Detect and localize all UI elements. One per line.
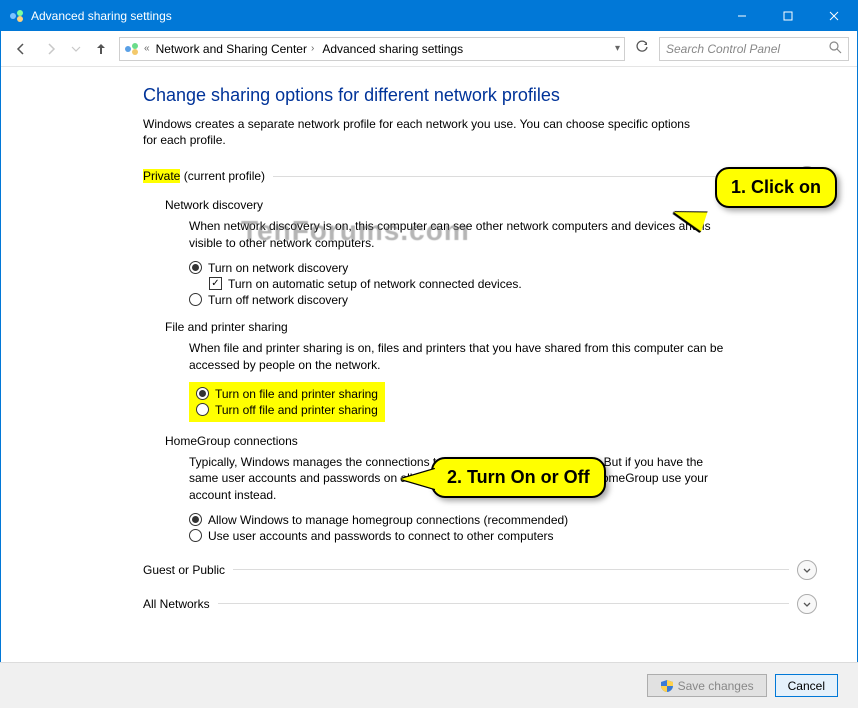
annotation-tail-2: [401, 469, 435, 489]
page-intro: Windows creates a separate network profi…: [143, 116, 703, 148]
radio-icon: [189, 513, 202, 526]
chevron-right-icon: ›: [311, 43, 314, 54]
location-icon: [124, 41, 140, 57]
radio-homegroup-user-label: Use user accounts and passwords to conne…: [208, 529, 554, 543]
profile-private-label: Private: [143, 169, 180, 183]
checkbox-auto-setup-label: Turn on automatic setup of network conne…: [228, 277, 522, 291]
save-changes-button[interactable]: Save changes: [647, 674, 767, 697]
address-bar[interactable]: « Network and Sharing Center › Advanced …: [119, 37, 625, 61]
breadcrumb-seg1-label: Network and Sharing Center: [156, 42, 307, 56]
radio-homegroup-user[interactable]: Use user accounts and passwords to conne…: [189, 528, 729, 544]
minimize-button[interactable]: [719, 1, 765, 31]
annotation-callout-1: 1. Click on: [715, 167, 837, 208]
search-input[interactable]: Search Control Panel: [659, 37, 849, 61]
divider: [233, 569, 789, 570]
section-file-printer-sharing: File and printer sharing When file and p…: [165, 320, 817, 422]
radio-fileprint-off[interactable]: Turn off file and printer sharing: [196, 402, 378, 418]
section-network-discovery: Network discovery When network discovery…: [165, 198, 817, 308]
toolbar: « Network and Sharing Center › Advanced …: [1, 31, 857, 67]
file-printer-title: File and printer sharing: [165, 320, 817, 334]
search-icon: [829, 41, 842, 57]
titlebar: Advanced sharing settings: [1, 1, 857, 31]
radio-icon: [196, 403, 209, 416]
radio-icon: [189, 529, 202, 542]
cancel-label: Cancel: [788, 679, 825, 693]
profile-private-suffix: (current profile): [180, 169, 265, 183]
profile-guest-header[interactable]: Guest or Public: [143, 560, 817, 580]
page-title: Change sharing options for different net…: [143, 85, 817, 106]
back-button[interactable]: [9, 37, 33, 61]
uac-shield-icon: [660, 679, 674, 693]
radio-homegroup-allow[interactable]: Allow Windows to manage homegroup connec…: [189, 512, 729, 528]
radio-discovery-on-label: Turn on network discovery: [208, 261, 348, 275]
divider: [218, 603, 789, 604]
breadcrumb-seg2-label: Advanced sharing settings: [322, 42, 463, 56]
divider: [273, 176, 789, 177]
homegroup-title: HomeGroup connections: [165, 434, 817, 448]
radio-discovery-on[interactable]: Turn on network discovery: [189, 260, 729, 276]
radio-fileprint-on-label: Turn on file and printer sharing: [215, 387, 378, 401]
radio-homegroup-allow-label: Allow Windows to manage homegroup connec…: [208, 513, 568, 527]
maximize-button[interactable]: [765, 1, 811, 31]
breadcrumb-seg-nsc[interactable]: Network and Sharing Center ›: [154, 42, 317, 56]
window-title: Advanced sharing settings: [31, 9, 719, 23]
profile-guest-label: Guest or Public: [143, 563, 225, 577]
radio-icon: [189, 261, 202, 274]
cancel-button[interactable]: Cancel: [775, 674, 838, 697]
radio-discovery-off-label: Turn off network discovery: [208, 293, 348, 307]
radio-icon: [196, 387, 209, 400]
profile-allnetworks-header[interactable]: All Networks: [143, 594, 817, 614]
up-button[interactable]: [89, 37, 113, 61]
button-bar: Save changes Cancel: [0, 662, 858, 708]
radio-discovery-off[interactable]: Turn off network discovery: [189, 292, 729, 308]
refresh-button[interactable]: [631, 40, 653, 57]
close-button[interactable]: [811, 1, 857, 31]
expand-icon[interactable]: [797, 560, 817, 580]
forward-button[interactable]: [39, 37, 63, 61]
annotation-callout-2: 2. Turn On or Off: [431, 457, 606, 498]
radio-fileprint-on[interactable]: Turn on file and printer sharing: [196, 386, 378, 402]
profile-allnetworks-label: All Networks: [143, 597, 210, 611]
radio-icon: [189, 293, 202, 306]
checkbox-icon: [209, 277, 222, 290]
file-printer-desc: When file and printer sharing is on, fil…: [189, 340, 729, 374]
app-icon: [9, 8, 25, 24]
content-area: TenForums.com Change sharing options for…: [1, 67, 857, 614]
expand-icon[interactable]: [797, 594, 817, 614]
save-changes-label: Save changes: [678, 679, 754, 693]
address-dropdown-icon[interactable]: ▾: [615, 43, 620, 54]
breadcrumb-seg-advanced[interactable]: Advanced sharing settings: [320, 42, 465, 56]
recent-dropdown[interactable]: [69, 37, 83, 61]
search-placeholder: Search Control Panel: [666, 42, 829, 56]
breadcrumb-prefix: «: [144, 43, 150, 54]
radio-fileprint-off-label: Turn off file and printer sharing: [215, 403, 378, 417]
network-discovery-desc: When network discovery is on, this compu…: [189, 218, 729, 252]
checkbox-auto-setup[interactable]: Turn on automatic setup of network conne…: [209, 276, 729, 292]
